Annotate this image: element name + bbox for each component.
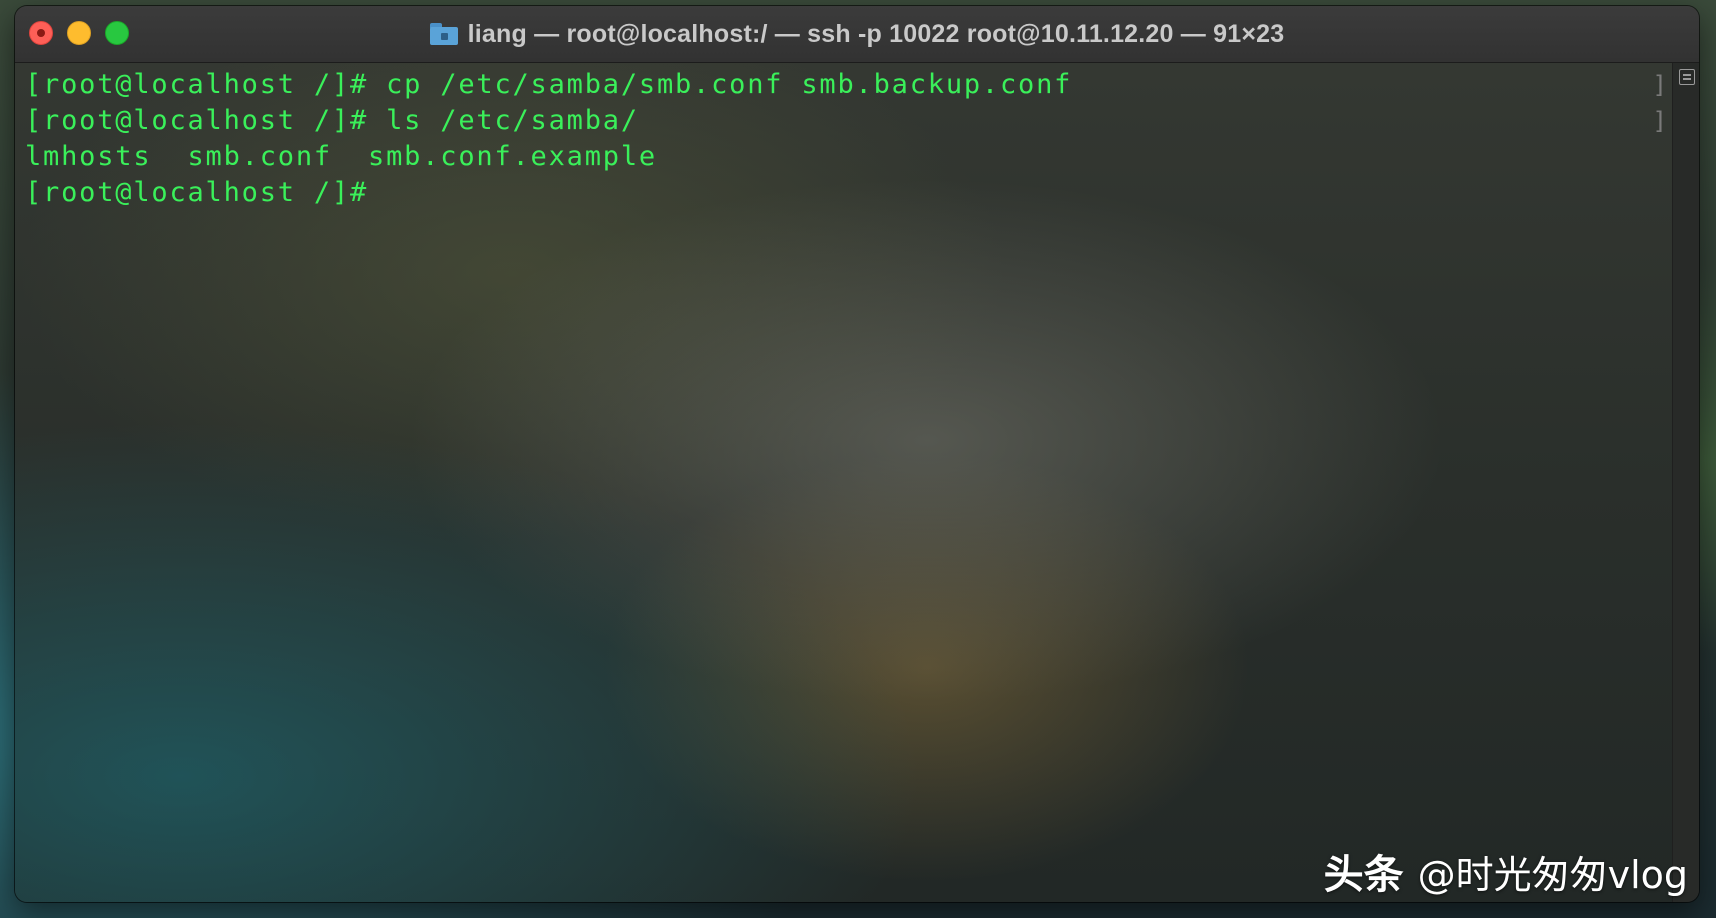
terminal-output[interactable]: [root@localhost /]# cp /etc/samba/smb.co… (15, 63, 1673, 902)
window-controls (29, 21, 129, 45)
mark-bracket: ] (1652, 71, 1667, 99)
terminal-line-text: [root@localhost /]# ls /etc/samba/ (25, 105, 639, 136)
watermark-brand: 头条 (1323, 852, 1404, 898)
maximize-button[interactable] (105, 21, 129, 45)
watermark-handle: @时光匆匆vlog (1417, 852, 1688, 897)
terminal-window: liang — root@localhost:/ — ssh -p 10022 … (15, 6, 1699, 902)
terminal-line: [root@localhost /]# cp /etc/samba/smb.co… (25, 67, 1673, 103)
terminal-prompt-line: [root@localhost /]# (25, 175, 1673, 211)
close-icon (37, 29, 45, 37)
title-bar[interactable]: liang — root@localhost:/ — ssh -p 10022 … (15, 6, 1699, 63)
scrollbar[interactable] (1672, 63, 1699, 902)
window-title-group: liang — root@localhost:/ — ssh -p 10022 … (429, 19, 1285, 49)
mark-bracket: ] (1652, 107, 1667, 135)
terminal-line-text: lmhosts smb.conf smb.conf.example (25, 141, 657, 172)
terminal-line: lmhosts smb.conf smb.conf.example (25, 139, 1673, 175)
terminal-line-text: [root@localhost /]# cp /etc/samba/smb.co… (25, 69, 1073, 100)
watermark: 头条 @时光匆匆vlog (1324, 842, 1688, 900)
folder-icon (429, 23, 458, 45)
terminal-line: [root@localhost /]# ls /etc/samba/ (25, 103, 1673, 139)
terminal-line-text: [root@localhost /]# (25, 177, 387, 208)
marks-list-icon[interactable] (1679, 69, 1695, 85)
window-title: liang — root@localhost:/ — ssh -p 10022 … (467, 19, 1285, 48)
close-button[interactable] (29, 21, 53, 45)
minimize-button[interactable] (67, 21, 91, 45)
